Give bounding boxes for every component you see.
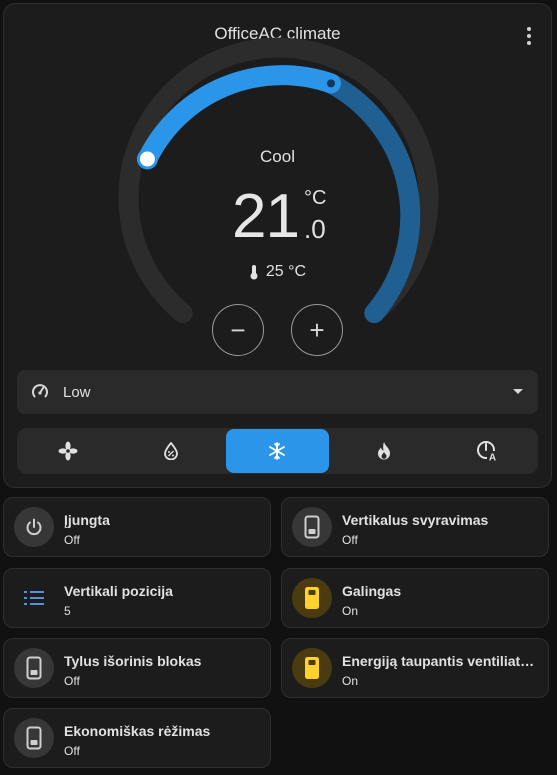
climate-card: OfficeAC climate Cool 21 °C .0 25 °C − +… — [3, 3, 552, 488]
tile-vertical-swing[interactable]: Vertikalus svyravimas Off — [281, 497, 549, 557]
switch-icon[interactable] — [292, 507, 332, 547]
minus-icon: − — [230, 314, 246, 345]
fire-icon — [378, 442, 391, 460]
target-temperature: 21 — [232, 182, 300, 251]
switch-on-icon[interactable] — [292, 648, 332, 688]
hvac-mode-label: Cool — [260, 147, 295, 166]
tile-name: Įjungta — [64, 512, 110, 528]
temperature-dial[interactable] — [4, 4, 553, 344]
tile-name: Galingas — [342, 583, 402, 599]
hvac-mode-bar: A — [17, 428, 538, 474]
water-percent-icon — [163, 442, 178, 460]
decrease-temperature-button[interactable]: − — [212, 304, 264, 356]
fan-speed-icon — [32, 384, 48, 398]
tile-power[interactable]: Įjungta Off — [3, 497, 271, 557]
tile-vertical-position[interactable]: Vertikali pozicija 5 — [3, 568, 271, 628]
fan-mode-select[interactable]: Low — [17, 370, 538, 414]
mode-heat-cool-button[interactable]: A — [435, 428, 538, 474]
tile-quiet-outdoor-unit[interactable]: Tylus išorinis blokas Off — [3, 638, 271, 698]
fan-icon — [58, 441, 78, 461]
tile-name: Energiją taupantis ventiliatorius — [342, 653, 540, 669]
thermostat-auto-icon: A — [476, 441, 498, 463]
mode-fan-only-button[interactable] — [17, 428, 120, 474]
tile-energy-saving-fan[interactable]: Energiją taupantis ventiliatorius On — [281, 638, 549, 698]
switch-icon[interactable] — [14, 648, 54, 688]
tile-state: Off — [64, 744, 80, 758]
list-icon[interactable] — [14, 578, 54, 618]
tile-economy-mode[interactable]: Ekonomiškas rėžimas Off — [3, 708, 271, 768]
current-temperature-value: 25 °C — [265, 263, 307, 280]
tile-name: Tylus išorinis blokas — [64, 653, 202, 669]
mode-cool-button[interactable] — [226, 429, 329, 473]
tile-name: Vertikali pozicija — [64, 583, 173, 599]
mode-dry-button[interactable] — [120, 428, 223, 474]
fan-mode-value: Low — [63, 383, 91, 401]
plus-icon: + — [309, 314, 325, 345]
tile-state: On — [342, 604, 359, 618]
increase-temperature-button[interactable]: + — [291, 304, 343, 356]
switch-on-icon[interactable] — [292, 578, 332, 618]
tile-state: 5 — [64, 604, 71, 618]
current-temp-marker — [327, 79, 335, 88]
svg-text:A: A — [489, 453, 496, 463]
switch-icon[interactable] — [14, 718, 54, 758]
tile-state: Off — [64, 533, 80, 547]
tile-name: Ekonomiškas rėžimas — [64, 723, 211, 739]
tile-powerful[interactable]: Galingas On — [281, 568, 549, 628]
current-temperature: 25 °C — [4, 263, 551, 281]
tile-state: Off — [342, 533, 358, 547]
thermometer-icon — [250, 265, 258, 280]
snowflake-icon — [269, 442, 286, 460]
tile-state: On — [342, 674, 359, 688]
tile-state: Off — [64, 674, 80, 688]
target-temperature-decimal: .0 — [304, 214, 326, 244]
temperature-unit: °C — [304, 187, 327, 209]
chevron-down-icon — [513, 389, 523, 394]
power-icon[interactable] — [14, 507, 54, 547]
mode-heat-button[interactable] — [333, 428, 436, 474]
tile-name: Vertikalus svyravimas — [342, 512, 489, 528]
